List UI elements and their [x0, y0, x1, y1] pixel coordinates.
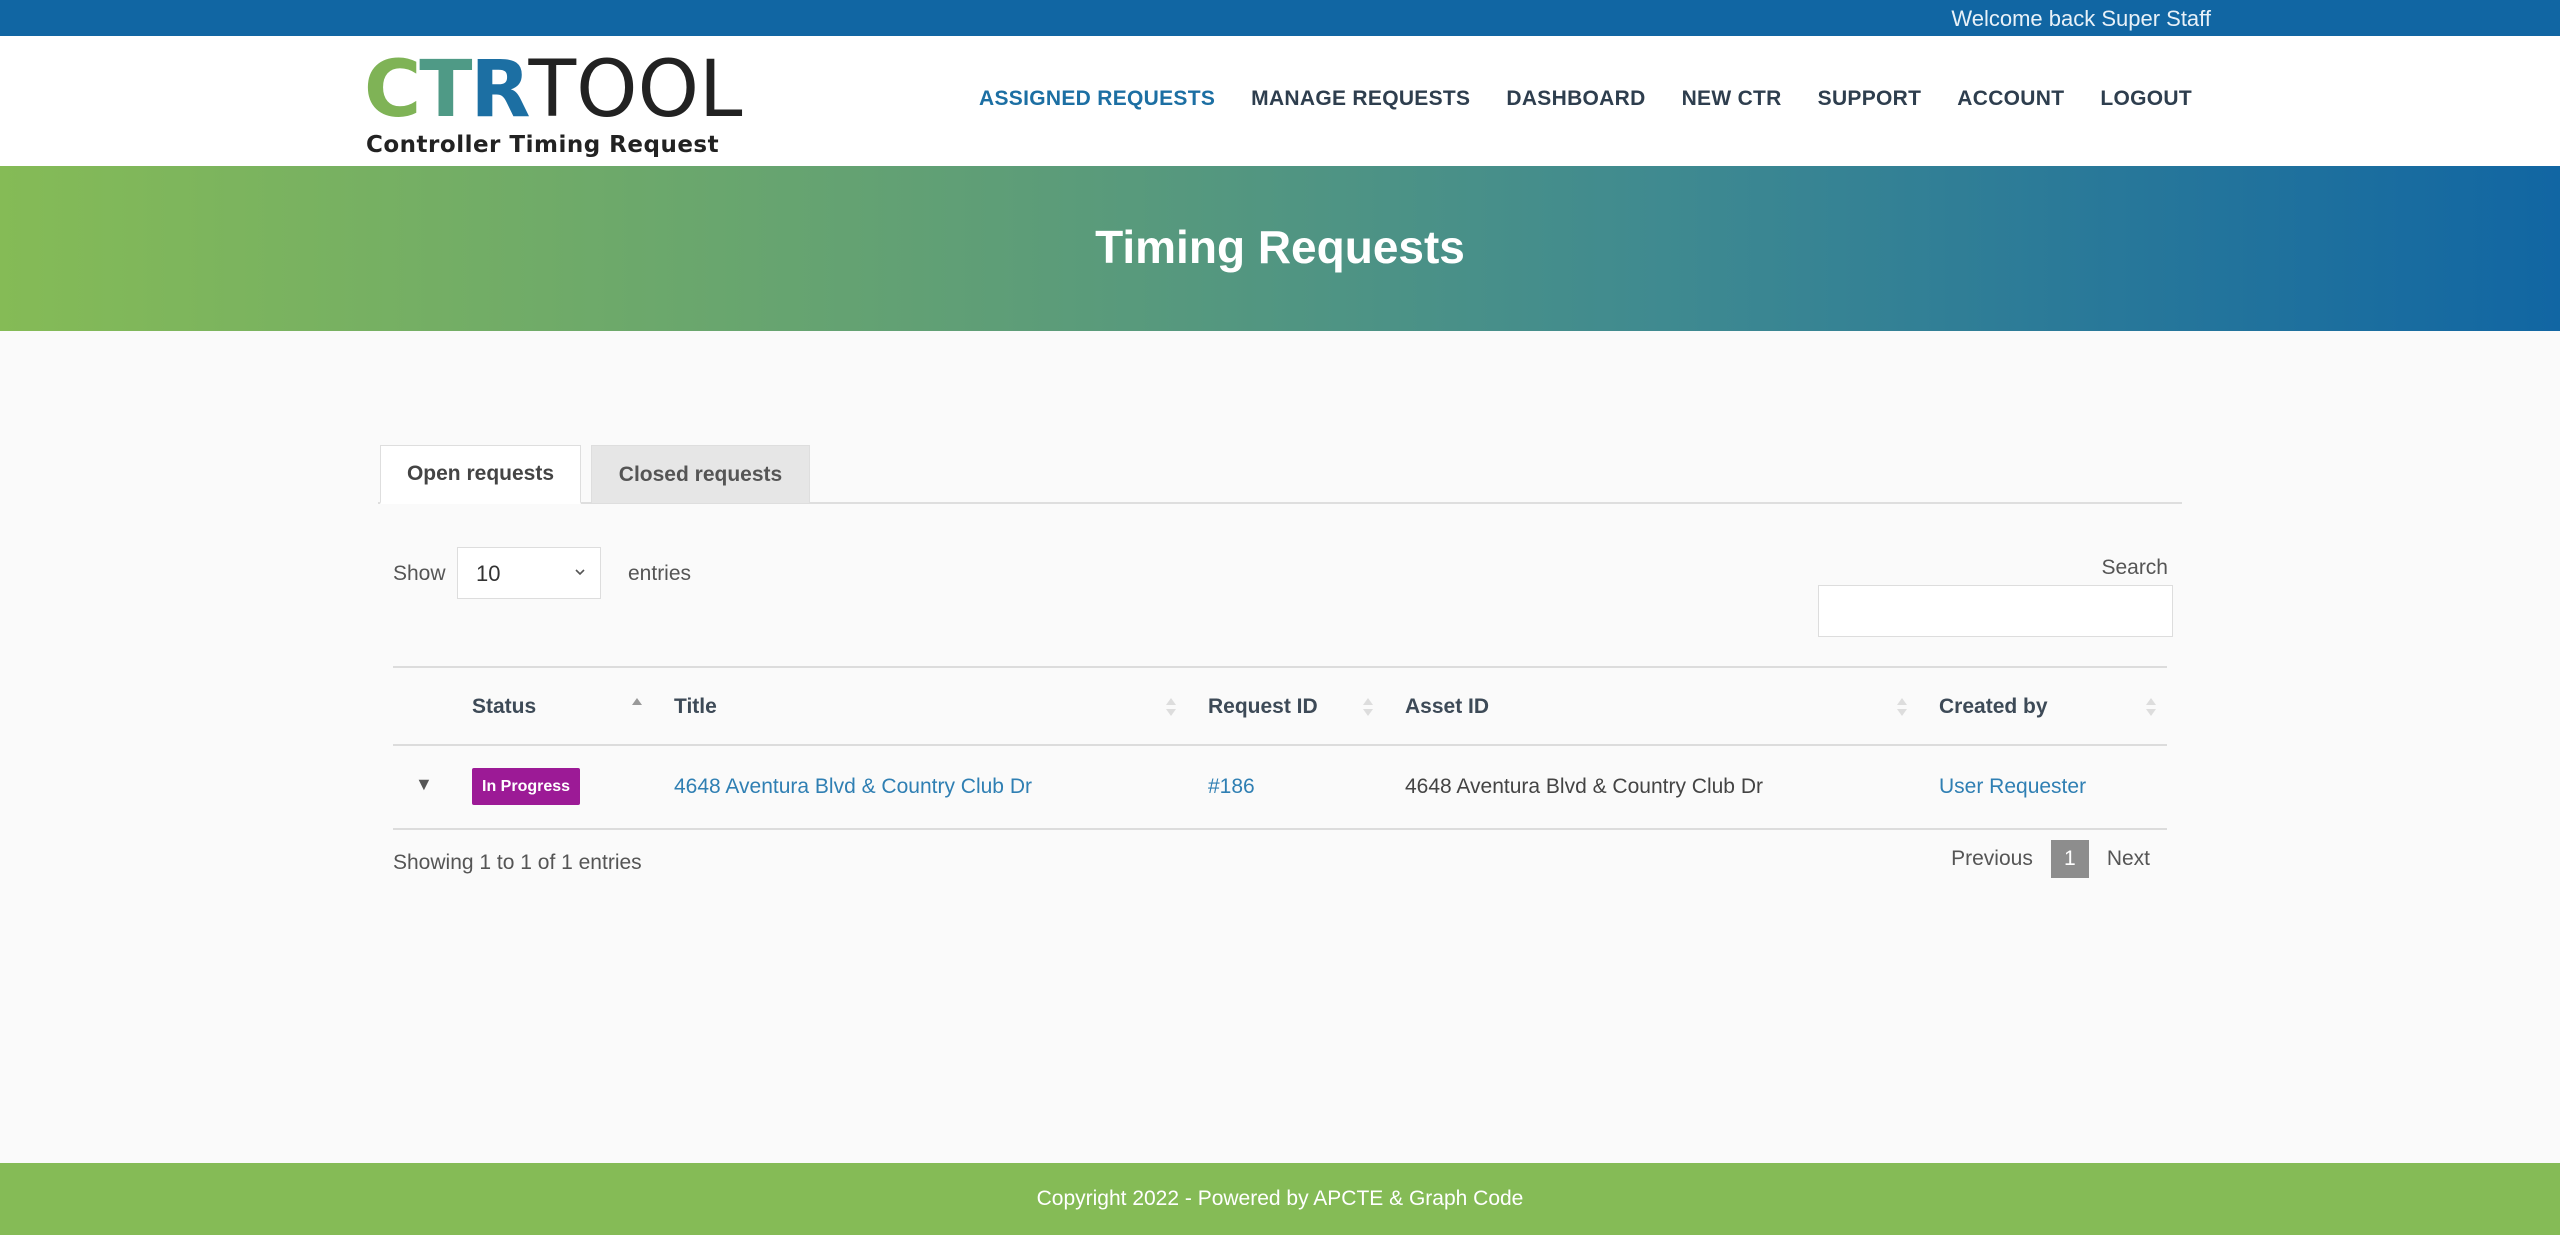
asset-id-cell: 4648 Aventura Blvd & Country Club Dr [1405, 775, 1763, 798]
footer-copyright: Copyright 2022 - Powered by APCTE & Grap… [1036, 1187, 1524, 1210]
table-info: Showing 1 to 1 of 1 entries [393, 851, 642, 874]
column-header-request-id[interactable]: Request ID [1208, 695, 1318, 719]
tab-open-requests[interactable]: Open requests [380, 445, 581, 504]
pagination-next[interactable]: Next [2107, 847, 2150, 871]
nav-manage-requests[interactable]: MANAGE REQUESTS [1251, 87, 1470, 111]
column-header-created-by[interactable]: Created by [1939, 695, 2048, 719]
nav-new-ctr[interactable]: NEW CTR [1682, 87, 1782, 111]
pagination-previous[interactable]: Previous [1951, 847, 2033, 871]
search-label: Search [2101, 556, 2168, 579]
show-label: Show [393, 562, 446, 585]
column-header-status[interactable]: Status [472, 695, 536, 719]
created-by-link[interactable]: User Requester [1939, 775, 2086, 799]
table-row: ▼ In Progress 4648 Aventura Blvd & Count… [393, 746, 2167, 830]
table-header: Status Title Request ID Asset ID Created… [393, 666, 2167, 746]
chevron-down-icon [575, 569, 585, 576]
sort-icon[interactable] [1362, 696, 1374, 718]
column-header-title[interactable]: Title [674, 695, 717, 719]
top-bar: Welcome back Super Staff [0, 0, 2560, 36]
nav-logout[interactable]: LOGOUT [2100, 87, 2192, 111]
status-badge: In Progress [472, 768, 581, 805]
main-nav: ASSIGNED REQUESTS MANAGE REQUESTS DASHBO… [979, 87, 2192, 111]
pagination: Previous 1 Next [1951, 840, 2150, 878]
request-id-link[interactable]: #186 [1208, 775, 1255, 799]
entries-per-page-select[interactable]: 10 [457, 547, 601, 599]
request-tabs: Open requests Closed requests [378, 445, 2182, 504]
tab-closed-requests[interactable]: Closed requests [591, 445, 810, 504]
site-footer: Copyright 2022 - Powered by APCTE & Grap… [0, 1163, 2560, 1235]
sort-asc-icon[interactable] [631, 696, 643, 718]
row-expand-toggle[interactable]: ▼ [415, 774, 433, 795]
sort-icon[interactable] [2145, 696, 2157, 718]
logo-wordmark: CTRTOOL [364, 45, 743, 135]
nav-account[interactable]: ACCOUNT [1957, 87, 2064, 111]
ctr-tool-logo[interactable]: CTRTOOL Controller Timing Request [364, 51, 742, 158]
page-banner: Timing Requests [0, 166, 2560, 331]
requests-table: Status Title Request ID Asset ID Created… [393, 666, 2167, 830]
welcome-message: Welcome back Super Staff [1951, 6, 2211, 31]
entries-label: entries [628, 562, 692, 585]
nav-dashboard[interactable]: DASHBOARD [1506, 87, 1645, 111]
sort-icon[interactable] [1896, 696, 1908, 718]
entries-per-page-value: 10 [476, 561, 501, 586]
column-header-asset-id[interactable]: Asset ID [1405, 695, 1489, 719]
nav-support[interactable]: SUPPORT [1818, 87, 1922, 111]
search-input[interactable] [1818, 585, 2173, 637]
site-header: CTRTOOL Controller Timing Request ASSIGN… [0, 36, 2560, 166]
nav-assigned-requests[interactable]: ASSIGNED REQUESTS [979, 87, 1215, 111]
request-title-link[interactable]: 4648 Aventura Blvd & Country Club Dr [674, 775, 1032, 799]
logo-subtitle: Controller Timing Request [366, 132, 720, 158]
pagination-page-current[interactable]: 1 [2050, 840, 2089, 878]
sort-icon[interactable] [1165, 696, 1177, 718]
page-title: Timing Requests [1095, 221, 1465, 273]
